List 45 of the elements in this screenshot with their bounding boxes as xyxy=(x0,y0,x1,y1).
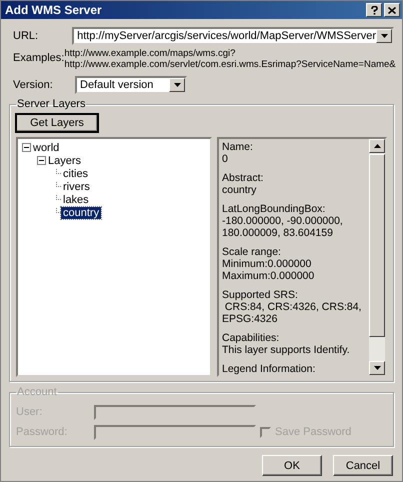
info-heading: Legend Information: xyxy=(222,363,316,375)
help-icon xyxy=(370,6,378,14)
scroll-thumb[interactable] xyxy=(369,154,385,337)
dialog-button[interactable]: Cancel xyxy=(333,455,393,476)
group-title: Account xyxy=(16,386,58,398)
info-value: country xyxy=(222,184,258,196)
help-button[interactable] xyxy=(366,3,382,17)
tree-item[interactable]: cities xyxy=(61,168,90,180)
scroll-up-icon[interactable] xyxy=(369,139,385,153)
tree-item[interactable]: rivers xyxy=(61,180,92,192)
dialog-button[interactable]: OK xyxy=(262,455,322,476)
get-layers-button[interactable]: Get Layers xyxy=(16,114,98,132)
url-label: URL: xyxy=(12,30,40,42)
tree-item[interactable]: Layers xyxy=(46,154,84,166)
close-icon xyxy=(388,6,396,14)
tree-item[interactable]: world xyxy=(31,142,62,154)
info-value: Minimum:0.000000 xyxy=(222,258,312,270)
url-combo-box[interactable]: http://myServer/arcgis/services/world/MapServer/WMSServer xyxy=(72,27,394,45)
group-title: Server Layers xyxy=(16,98,86,110)
info-value: -180.000000, -90.000000, xyxy=(222,215,344,227)
info-value: EPSG:4326 xyxy=(222,313,278,325)
collapse-icon[interactable] xyxy=(22,143,31,152)
info-heading: Capabilities: xyxy=(222,332,280,344)
tree-item[interactable]: country xyxy=(61,206,102,218)
info-heading: LatLongBoundingBox: xyxy=(222,203,326,215)
example-url: http://www.example.com/maps/wms.cgi? xyxy=(64,48,236,59)
info-value: 0 xyxy=(222,153,229,165)
info-value: This layer supports Identify. xyxy=(222,344,351,356)
window-title: Add WMS Server xyxy=(5,3,103,17)
tree-item[interactable]: lakes xyxy=(61,194,91,206)
info-value: CRS:84, CRS:4326, CRS:84, xyxy=(224,301,362,313)
info-heading: Supported SRS: xyxy=(222,289,299,301)
info-heading: Name: xyxy=(222,141,254,153)
scroll-down-icon[interactable] xyxy=(369,361,385,375)
scrollbar[interactable] xyxy=(369,139,385,375)
info-value: Maximum:0.000000 xyxy=(222,270,316,282)
version-combo-box[interactable]: Default version xyxy=(75,76,187,94)
info-heading: Abstract: xyxy=(222,172,264,184)
close-button[interactable] xyxy=(384,3,400,17)
info-value: 180.000009, 83.604159 xyxy=(222,227,334,239)
collapse-icon[interactable] xyxy=(37,156,46,165)
version-label: Version: xyxy=(12,79,54,91)
info-heading: Scale range: xyxy=(222,246,282,258)
example-url: http://www.example.com/servlet/com.esri.wms.Esrimap?ServiceName=Name& xyxy=(64,59,396,70)
examples-label: Examples: xyxy=(12,51,64,66)
